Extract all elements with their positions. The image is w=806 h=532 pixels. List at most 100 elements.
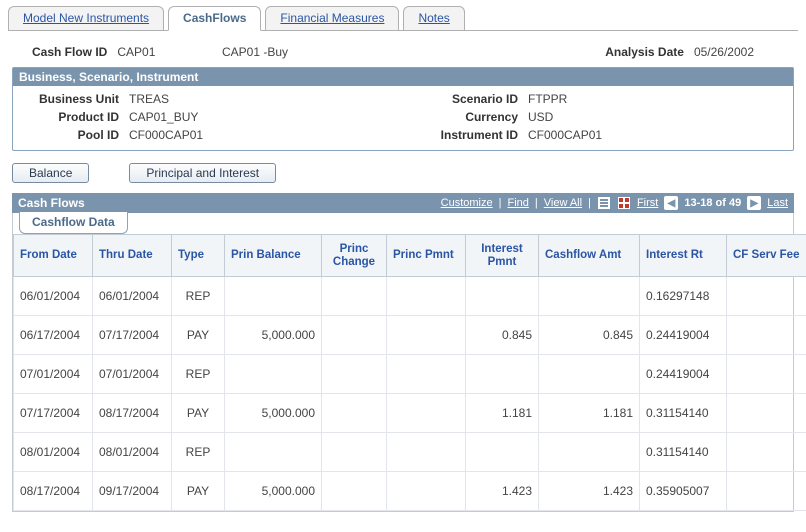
cell-interest-pmnt xyxy=(466,355,539,394)
tab-cashflows[interactable]: CashFlows xyxy=(168,6,261,31)
business-unit-label: Business Unit xyxy=(23,92,119,106)
cell-from-date: 08/17/2004 xyxy=(14,472,93,511)
cell-prin-balance: 5,000.000 xyxy=(225,394,322,433)
cell-princ-change xyxy=(322,277,387,316)
cell-interest-rt: 0.31154140 xyxy=(640,433,727,472)
cell-interest-rt: 0.16297148 xyxy=(640,277,727,316)
scenario-id-value: FTPPR xyxy=(528,92,567,106)
cash-flow-id-label: Cash Flow ID xyxy=(32,45,107,59)
cell-princ-change xyxy=(322,394,387,433)
cell-type: REP xyxy=(172,355,225,394)
cell-princ-change xyxy=(322,433,387,472)
download-icon[interactable] xyxy=(597,196,611,210)
table-row: 08/17/200409/17/2004PAY5,000.0001.4231.4… xyxy=(14,472,806,511)
principal-interest-button[interactable]: Principal and Interest xyxy=(129,163,276,183)
cell-princ-pmnt xyxy=(387,433,466,472)
cell-thru-date: 08/01/2004 xyxy=(93,433,172,472)
cell-interest-pmnt xyxy=(466,433,539,472)
cell-from-date: 07/17/2004 xyxy=(14,394,93,433)
find-link[interactable]: Find xyxy=(507,197,528,209)
cell-cashflow-amt xyxy=(539,355,640,394)
cell-princ-change xyxy=(322,316,387,355)
cell-prin-balance xyxy=(225,355,322,394)
subtab-cashflow-data[interactable]: Cashflow Data xyxy=(19,212,128,234)
cell-thru-date: 07/17/2004 xyxy=(93,316,172,355)
cell-prin-balance xyxy=(225,433,322,472)
cell-interest-pmnt: 0.845 xyxy=(466,316,539,355)
product-id-label: Product ID xyxy=(23,110,119,124)
cash-flow-desc: CAP01 -Buy xyxy=(222,45,482,59)
cell-cashflow-amt: 1.423 xyxy=(539,472,640,511)
cell-interest-pmnt: 1.423 xyxy=(466,472,539,511)
instrument-id-value: CF000CAP01 xyxy=(528,128,602,142)
cell-from-date: 06/01/2004 xyxy=(14,277,93,316)
col-interest-rt[interactable]: Interest Rt xyxy=(640,235,727,277)
cell-type: REP xyxy=(172,277,225,316)
cell-cf-serv-fee xyxy=(727,472,806,511)
cash-flow-id-value: CAP01 xyxy=(117,45,155,59)
product-id-value: CAP01_BUY xyxy=(129,110,198,124)
col-cashflow-amt[interactable]: Cashflow Amt xyxy=(539,235,640,277)
cell-interest-rt: 0.24419004 xyxy=(640,316,727,355)
cell-princ-pmnt xyxy=(387,316,466,355)
cell-interest-pmnt: 1.181 xyxy=(466,394,539,433)
business-unit-value: TREAS xyxy=(129,92,169,106)
cell-princ-change xyxy=(322,355,387,394)
last-link[interactable]: Last xyxy=(767,197,788,209)
tab-label: CashFlows xyxy=(183,11,246,25)
cell-type: REP xyxy=(172,433,225,472)
main-tabstrip: Model New Instruments CashFlows Financia… xyxy=(8,4,798,31)
cell-thru-date: 07/01/2004 xyxy=(93,355,172,394)
col-type[interactable]: Type xyxy=(172,235,225,277)
scenario-id-label: Scenario ID xyxy=(418,92,518,106)
tab-financial-measures[interactable]: Financial Measures xyxy=(265,6,399,30)
col-princ-change[interactable]: Princ Change xyxy=(322,235,387,277)
cell-type: PAY xyxy=(172,316,225,355)
cell-prin-balance: 5,000.000 xyxy=(225,472,322,511)
tab-model-new-instruments[interactable]: Model New Instruments xyxy=(8,6,164,30)
cell-cashflow-amt xyxy=(539,433,640,472)
pool-id-label: Pool ID xyxy=(23,128,119,142)
tab-label: Model New Instruments xyxy=(23,11,149,25)
col-from-date[interactable]: From Date xyxy=(14,235,93,277)
cell-prin-balance xyxy=(225,277,322,316)
col-prin-balance[interactable]: Prin Balance xyxy=(225,235,322,277)
customize-link[interactable]: Customize xyxy=(441,197,493,209)
col-princ-pmnt[interactable]: Princ Pmnt xyxy=(387,235,466,277)
cell-thru-date: 08/17/2004 xyxy=(93,394,172,433)
balance-button[interactable]: Balance xyxy=(12,163,89,183)
cashflows-table: From Date Thru Date Type Prin Balance Pr… xyxy=(13,234,806,511)
group-title: Business, Scenario, Instrument xyxy=(13,68,793,86)
cell-interest-rt: 0.35905007 xyxy=(640,472,727,511)
instrument-id-label: Instrument ID xyxy=(418,128,518,142)
tab-notes[interactable]: Notes xyxy=(403,6,464,30)
col-thru-date[interactable]: Thru Date xyxy=(93,235,172,277)
view-all-link[interactable]: View All xyxy=(544,197,582,209)
pool-id-value: CF000CAP01 xyxy=(129,128,203,142)
cell-cashflow-amt xyxy=(539,277,640,316)
table-row: 07/17/200408/17/2004PAY5,000.000 1.1811.1… xyxy=(14,394,806,433)
cell-princ-pmnt xyxy=(387,277,466,316)
col-cf-serv-fee[interactable]: CF Serv Fee xyxy=(727,235,806,277)
page-range: 13-18 of 49 xyxy=(684,197,741,209)
header-row: Cash Flow ID CAP01 CAP01 -Buy Analysis D… xyxy=(12,45,794,59)
col-interest-pmnt[interactable]: Interest Pmnt xyxy=(466,235,539,277)
section-title: Cash Flows xyxy=(18,196,85,210)
cell-from-date: 06/17/2004 xyxy=(14,316,93,355)
table-row: 06/17/200407/17/2004PAY5,000.0000.8450.8… xyxy=(14,316,806,355)
analysis-date-value: 05/26/2002 xyxy=(694,45,754,59)
next-page-icon[interactable]: ▶ xyxy=(747,196,761,210)
cell-princ-pmnt xyxy=(387,394,466,433)
first-link[interactable]: First xyxy=(637,197,658,209)
tab-label: Notes xyxy=(418,11,449,25)
cell-type: PAY xyxy=(172,472,225,511)
cell-cashflow-amt: 1.181 xyxy=(539,394,640,433)
cell-from-date: 08/01/2004 xyxy=(14,433,93,472)
cell-from-date: 07/01/2004 xyxy=(14,355,93,394)
prev-page-icon[interactable]: ◀ xyxy=(664,196,678,210)
cell-type: PAY xyxy=(172,394,225,433)
cell-cf-serv-fee xyxy=(727,433,806,472)
grid-icon[interactable] xyxy=(617,196,631,210)
cell-cf-serv-fee xyxy=(727,394,806,433)
currency-label: Currency xyxy=(418,110,518,124)
